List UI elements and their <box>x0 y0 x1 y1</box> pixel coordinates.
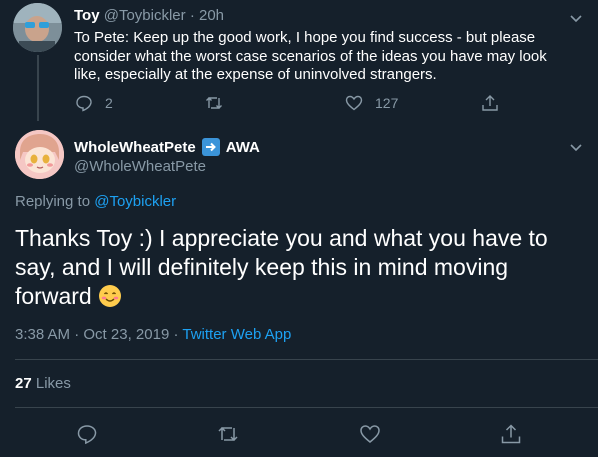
retweet-icon <box>206 97 222 109</box>
main-reply-button[interactable] <box>76 423 98 445</box>
share-icon <box>501 424 521 444</box>
reply-reply-count: 2 <box>105 95 113 111</box>
tweet-source-app[interactable]: Twitter Web App <box>182 326 291 343</box>
divider <box>15 407 598 408</box>
main-author-name[interactable]: WholeWheatPete <box>74 139 196 156</box>
main-like-button[interactable] <box>359 423 381 445</box>
reply-share-button[interactable] <box>481 94 499 112</box>
likes-label: Likes <box>35 375 71 392</box>
reply-icon <box>76 95 92 112</box>
thread-line <box>37 55 39 121</box>
reply-icon <box>77 425 97 445</box>
main-author-handle[interactable]: @WholeWheatPete <box>74 158 206 175</box>
reply-like-count: 127 <box>375 95 399 111</box>
main-author-badge: AWA <box>225 138 260 156</box>
likes-count: 27 <box>15 375 32 392</box>
reply-more-chevron-down-icon[interactable] <box>567 9 585 27</box>
divider <box>15 359 598 360</box>
replying-to-link[interactable]: @Toybickler <box>94 193 176 210</box>
main-author-line[interactable]: WholeWheatPete AWA <box>74 138 260 156</box>
replying-to-line: Replying to @Toybickler <box>15 193 176 210</box>
reply-age[interactable]: 20h <box>199 7 224 24</box>
smiling-face-emoji-icon <box>98 284 122 308</box>
toy-avatar[interactable] <box>13 3 62 52</box>
tweet-timestamp: 3:38 AM · Oct 23, 2019 · Twitter Web App <box>15 326 291 343</box>
likes-summary[interactable]: 27 Likes <box>15 375 71 392</box>
reply-retweet-button[interactable] <box>205 94 223 112</box>
timestamp-separator-1: · <box>74 326 80 343</box>
reply-separator: · <box>189 7 195 24</box>
reply-header: Toy @Toybickler · 20h <box>74 7 224 24</box>
right-arrow-icon <box>201 138 220 156</box>
heart-icon <box>345 95 363 111</box>
reply-like-button[interactable]: 127 <box>345 94 398 112</box>
heart-icon <box>360 425 380 443</box>
retweet-icon <box>218 426 238 442</box>
main-tweet-body: Thanks Toy :) I appreciate you and what … <box>15 225 548 309</box>
wholewheatpete-avatar[interactable] <box>15 130 64 179</box>
timestamp-separator-2: · <box>173 326 179 343</box>
reply-author-name[interactable]: Toy <box>74 7 100 24</box>
main-tweet-text: Thanks Toy :) I appreciate you and what … <box>15 224 585 311</box>
main-retweet-button[interactable] <box>217 423 239 445</box>
tweet-time[interactable]: 3:38 AM <box>15 326 70 343</box>
share-icon <box>482 95 498 111</box>
reply-author-handle[interactable]: @Toybickler <box>104 7 186 24</box>
reply-text: To Pete: Keep up the good work, I hope y… <box>74 29 547 83</box>
main-share-button[interactable] <box>500 423 522 445</box>
main-more-chevron-down-icon[interactable] <box>567 138 585 156</box>
tweet-date[interactable]: Oct 23, 2019 <box>83 326 169 343</box>
reply-reply-button[interactable]: 2 <box>75 94 113 112</box>
replying-prefix: Replying to <box>15 193 91 210</box>
